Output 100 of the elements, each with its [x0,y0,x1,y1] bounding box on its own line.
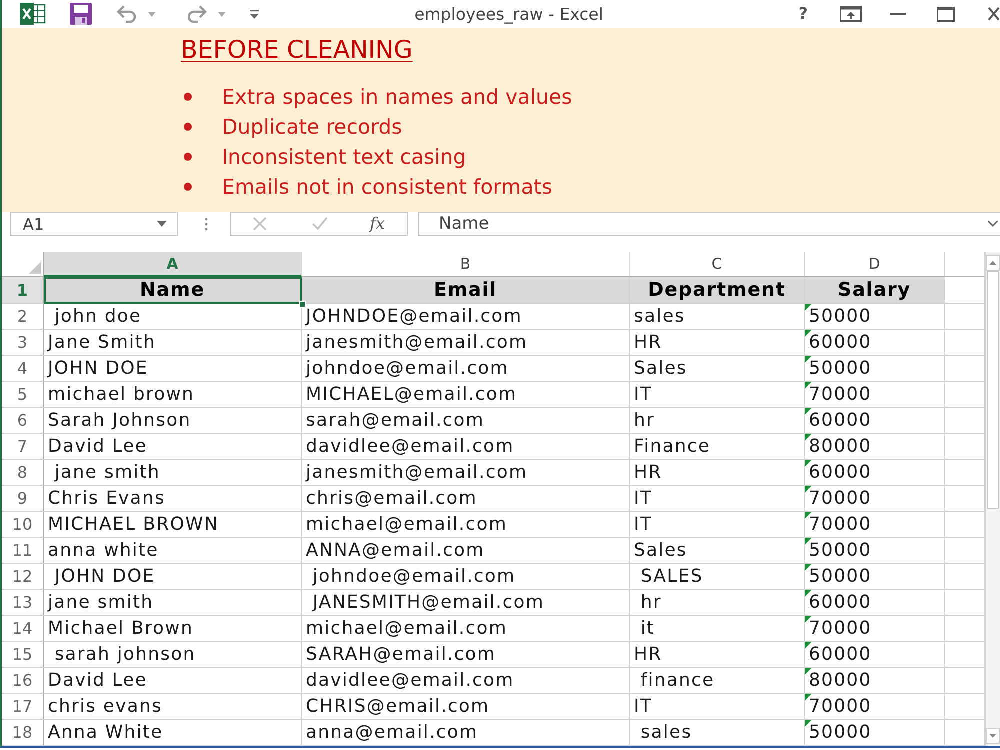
table-cell: IT [630,694,805,720]
bullet-icon [184,153,192,161]
table-cell: anna white [44,538,302,564]
row-header[interactable]: 2 [2,304,44,330]
note-title: BEFORE CLEANING [181,35,413,65]
note-item: Duplicate records [222,115,402,139]
table-cell: JANESMITH@email.com [302,590,630,616]
row-header[interactable]: 4 [2,356,44,382]
redo-icon[interactable] [185,5,209,23]
row-header[interactable]: 14 [2,616,44,642]
triangle-icon [29,262,41,274]
table-cell: michael@email.com [302,616,630,642]
column-header[interactable]: D [805,252,945,277]
row-header[interactable]: 11 [2,538,44,564]
bullet-icon [184,123,192,131]
bullet-icon [184,93,192,101]
undo-icon[interactable] [115,5,139,23]
table-cell: SALES [630,564,805,590]
scrollbar-thumb[interactable] [987,271,999,509]
row-header[interactable]: 6 [2,408,44,434]
row-header[interactable]: 10 [2,512,44,538]
table-cell: 50000 [805,564,945,590]
table-cell: David Lee [44,434,302,460]
table-cell: jane smith [44,460,302,486]
column-header[interactable]: C [630,252,805,277]
header-cell: Email [302,277,630,304]
window-title: employees_raw - Excel [414,4,604,24]
table-cell: JOHN DOE [44,356,302,382]
formula-input[interactable]: Name [418,212,1000,236]
row-header[interactable]: 8 [2,460,44,486]
row-header[interactable]: 18 [2,720,44,746]
close-icon[interactable] [988,7,1000,21]
vertical-dots-icon[interactable] [205,218,208,231]
table-cell: Anna White [44,720,302,746]
table-cell: 80000 [805,434,945,460]
table-cell: sales [630,720,805,746]
table-cell: janesmith@email.com [302,330,630,356]
table-cell: SARAH@email.com [302,642,630,668]
row-header[interactable]: 9 [2,486,44,512]
row-header[interactable]: 15 [2,642,44,668]
table-cell: anna@email.com [302,720,630,746]
table-cell: 60000 [805,408,945,434]
table-cell: janesmith@email.com [302,460,630,486]
row-header[interactable]: 5 [2,382,44,408]
table-cell: HR [630,642,805,668]
table-cell: hr [630,408,805,434]
table-cell: michael brown [44,382,302,408]
table-cell: ANNA@email.com [302,538,630,564]
ribbon-display-icon[interactable] [840,6,862,22]
help-button[interactable]: ? [798,4,808,24]
column-header[interactable]: B [302,252,630,277]
row-header[interactable]: 17 [2,694,44,720]
insert-function-button[interactable]: fx [370,214,385,234]
table-cell: MICHAEL BROWN [44,512,302,538]
table-cell: 70000 [805,382,945,408]
table-cell: hr [630,590,805,616]
table-cell: it [630,616,805,642]
table-cell: 50000 [805,720,945,746]
table-cell: finance [630,668,805,694]
name-box[interactable]: A1 [10,212,178,236]
table-cell: chris evans [44,694,302,720]
table-cell: Sales [630,356,805,382]
table-cell: michael@email.com [302,512,630,538]
spreadsheet-logo-icon[interactable] [20,3,46,25]
table-cell: JOHNDOE@email.com [302,304,630,330]
table-cell: 80000 [805,668,945,694]
table-cell: Finance [630,434,805,460]
table-cell: sarah johnson [44,642,302,668]
fill-handle[interactable] [299,301,306,308]
table-cell: sales [630,304,805,330]
row-header[interactable]: 7 [2,434,44,460]
table-cell: Chris Evans [44,486,302,512]
note-item: Inconsistent text casing [222,145,466,169]
table-cell: IT [630,382,805,408]
column-header[interactable]: A [44,252,302,277]
table-cell: chris@email.com [302,486,630,512]
table-cell: 50000 [805,356,945,382]
row-header[interactable]: 13 [2,590,44,616]
row-header[interactable]: 16 [2,668,44,694]
table-cell: sarah@email.com [302,408,630,434]
column-header[interactable] [945,252,985,277]
table-cell: 60000 [805,642,945,668]
vertical-scrollbar[interactable] [985,252,1000,746]
bullet-icon [184,183,192,191]
caret-icon[interactable] [157,221,167,227]
customize-toolbar-icon[interactable] [250,10,259,18]
table-cell: JOHN DOE [44,564,302,590]
table-cell: davidlee@email.com [302,434,630,460]
row-header[interactable]: 12 [2,564,44,590]
table-cell: 60000 [805,590,945,616]
table-cell: IT [630,486,805,512]
maximize-icon[interactable] [937,6,955,22]
table-cell: Sarah Johnson [44,408,302,434]
save-icon[interactable] [70,3,92,25]
select-all-button[interactable] [2,252,44,277]
table-cell: 50000 [805,538,945,564]
row-header[interactable]: 1 [2,277,44,304]
caret-icon[interactable] [988,221,998,227]
table-cell: Jane Smith [44,330,302,356]
row-header[interactable]: 3 [2,330,44,356]
